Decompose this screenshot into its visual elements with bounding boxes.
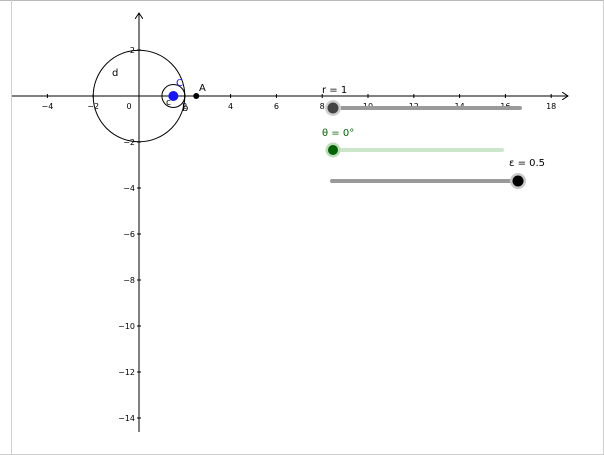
slider-epsilon-label: ε = 0.5 <box>509 158 545 169</box>
y-tick-label: −10 <box>118 322 135 331</box>
y-tick-label: −6 <box>123 230 135 239</box>
frame-border-top <box>0 0 604 1</box>
slider-r[interactable]: r = 1 <box>322 85 522 116</box>
point-c[interactable] <box>168 91 179 101</box>
graphics-svg[interactable]: −4−2024681012141618 2−2−4−6−8−10−12−14 d… <box>12 10 571 432</box>
slider-theta-handle[interactable] <box>328 145 338 155</box>
x-tick-label: 8 <box>320 102 325 111</box>
point-b-label: b <box>182 103 188 114</box>
point-c-label: C <box>176 78 183 89</box>
x-tick-label: 0 <box>126 102 131 111</box>
circle-d-label: d <box>112 68 118 79</box>
x-tick-label: −2 <box>87 102 99 111</box>
y-tick-label: −8 <box>123 276 135 285</box>
y-tick-label: −14 <box>118 414 135 423</box>
x-tick-label: −4 <box>42 102 54 111</box>
applet-frame: −4−2024681012141618 2−2−4−6−8−10−12−14 d… <box>0 0 604 455</box>
slider-theta-label: θ = 0° <box>322 128 354 139</box>
x-tick-label: 18 <box>546 102 556 111</box>
slider-r-handle[interactable] <box>327 102 339 114</box>
x-tick-label: 4 <box>228 102 233 111</box>
y-tick-label: −12 <box>118 368 135 377</box>
x-tick-label: 6 <box>274 102 279 111</box>
slider-epsilon[interactable]: ε = 0.5 <box>330 158 545 189</box>
slider-r-label: r = 1 <box>322 85 347 96</box>
slider-epsilon-handle[interactable] <box>512 175 524 187</box>
point-a-label: A <box>199 83 206 94</box>
y-tick-label: −4 <box>123 184 135 193</box>
slider-theta[interactable]: θ = 0° <box>322 128 504 158</box>
graphics-view[interactable]: −4−2024681012141618 2−2−4−6−8−10−12−14 d… <box>12 10 571 432</box>
